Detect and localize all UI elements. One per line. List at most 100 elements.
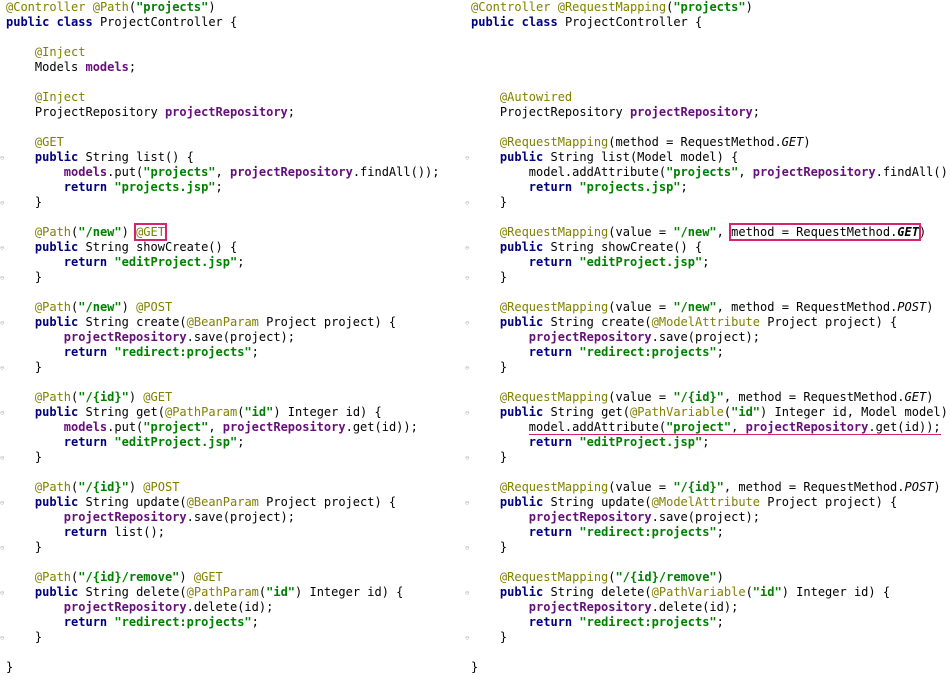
right-code-line: return "editProject.jsp"; — [528, 435, 710, 449]
right-code-line — [465, 75, 471, 90]
left-code-line: } — [6, 660, 14, 674]
fold-marker-icon[interactable]: ⊖ — [465, 544, 470, 552]
fold-marker-icon[interactable]: ⊖ — [0, 274, 5, 282]
right-code-line: projectRepository.save(project); — [528, 330, 760, 344]
right-code-line — [465, 285, 471, 300]
left-code-line: @GET — [34, 135, 64, 149]
right-code-line — [465, 375, 471, 390]
left-code-line: @Path("/new") @POST — [34, 300, 173, 314]
fold-marker-icon[interactable]: ⊖ — [0, 454, 5, 462]
fold-marker-icon[interactable]: ⊖ — [465, 274, 470, 282]
underlined-statement: model.addAttribute("project", projectRep… — [528, 420, 941, 435]
left-code-line: return "redirect:projects"; — [63, 345, 259, 359]
fold-marker-icon[interactable]: ⊖ — [0, 409, 5, 417]
left-code-line: } — [6, 360, 43, 374]
left-code-line: } — [6, 195, 43, 209]
fold-marker-icon[interactable]: ⊖ — [0, 319, 5, 327]
fold-marker-icon[interactable]: ⊖ — [465, 319, 470, 327]
fold-marker-icon[interactable]: ⊖ — [0, 499, 5, 507]
left-code-line: public String delete(@PathParam("id") In… — [34, 585, 404, 599]
right-code-line: return "redirect:projects"; — [528, 345, 724, 359]
right-code-line — [465, 30, 471, 45]
right-code-line: model.addAttribute("projects", projectRe… — [471, 165, 950, 179]
left-code-line — [0, 30, 6, 45]
left-code-line: models.put("projects", projectRepository… — [63, 165, 440, 179]
right-code-line: return "projects.jsp"; — [528, 180, 688, 194]
fold-marker-icon[interactable]: ⊖ — [0, 589, 5, 597]
right-code-line: projectRepository.delete(id); — [528, 600, 739, 614]
fold-marker-icon[interactable]: ⊖ — [0, 199, 5, 207]
left-code-line: public String get(@PathParam("id") Integ… — [34, 405, 382, 419]
left-code-line: return "editProject.jsp"; — [63, 255, 245, 269]
fold-marker-icon[interactable]: ⊖ — [465, 589, 470, 597]
right-code-line: @RequestMapping(value = "/new", method =… — [499, 223, 927, 241]
right-code-line: } — [471, 540, 508, 554]
fold-marker-icon[interactable]: ⊖ — [465, 454, 470, 462]
right-code-line: } — [471, 270, 508, 284]
right-code-line — [465, 120, 471, 135]
fold-marker-icon[interactable]: ⊖ — [0, 544, 5, 552]
left-code-line: public String create(@BeanParam Project … — [34, 315, 397, 329]
left-code-line: @Inject — [34, 90, 86, 104]
right-code-line: public String list(Model model) { — [499, 150, 739, 164]
left-code-line: } — [6, 540, 43, 554]
fold-marker-icon[interactable]: ⊖ — [465, 634, 470, 642]
right-code-line: } — [471, 450, 508, 464]
fold-marker-icon[interactable]: ⊖ — [465, 499, 470, 507]
right-code-line: } — [471, 660, 479, 674]
right-code-line — [465, 555, 471, 570]
fold-marker-icon[interactable]: ⊖ — [465, 364, 470, 372]
left-code-line: return list(); — [63, 525, 165, 539]
left-code-line: projectRepository.save(project); — [63, 510, 295, 524]
right-code-line: public class ProjectController { — [471, 15, 703, 29]
left-code-line: return "projects.jsp"; — [63, 180, 223, 194]
left-code-line: @Path("/{id}/remove") @GET — [34, 570, 223, 584]
right-code-pane: @Controller @RequestMapping("projects") p… — [465, 0, 950, 677]
right-code-line: public String get(@PathVariable("id") In… — [499, 405, 950, 419]
left-code-line — [0, 375, 6, 390]
right-code-line: } — [471, 195, 508, 209]
right-code-line: @RequestMapping(value = "/new", method =… — [499, 300, 934, 314]
fold-marker-icon[interactable]: ⊖ — [465, 409, 470, 417]
left-code-line — [0, 465, 6, 480]
left-code-line — [0, 555, 6, 570]
right-code-line: return "redirect:projects"; — [528, 615, 724, 629]
fold-marker-icon[interactable]: ⊖ — [0, 634, 5, 642]
fold-marker-icon[interactable]: ⊖ — [0, 244, 5, 252]
left-code-line: @Inject — [34, 45, 86, 59]
fold-marker-icon[interactable]: ⊖ — [465, 244, 470, 252]
left-code-line: return "redirect:projects"; — [63, 615, 259, 629]
right-code-line: @RequestMapping("/{id}/remove") — [499, 570, 724, 584]
left-code-line: } — [6, 630, 43, 644]
right-code-line: model.addAttribute("project", projectRep… — [465, 420, 941, 435]
left-code-line: ProjectRepository projectRepository; — [6, 105, 296, 119]
right-code-line: } — [471, 630, 508, 644]
right-code-line: @RequestMapping(value = "/{id}", method … — [499, 390, 934, 404]
left-code-line: return "editProject.jsp"; — [63, 435, 245, 449]
left-code-line: @Path("/{id}") @GET — [34, 390, 173, 404]
right-code-line: public String delete(@PathVariable("id")… — [499, 585, 891, 599]
right-code-line: return "redirect:projects"; — [528, 525, 724, 539]
right-code-line: @Controller @RequestMapping("projects") — [471, 0, 753, 14]
left-code-pane: @Controller @Path("projects") public clas… — [0, 0, 465, 677]
right-code-line: public String create(@ModelAttribute Pro… — [499, 315, 898, 329]
fold-marker-icon[interactable]: ⊖ — [0, 154, 5, 162]
left-code-line: } — [6, 270, 43, 284]
left-code-line: @Controller @Path("projects") — [6, 0, 216, 14]
left-code-line: public String update(@BeanParam Project … — [34, 495, 397, 509]
right-code-line: } — [471, 360, 508, 374]
left-code-line — [0, 285, 6, 300]
left-code-line: public String showCreate() { — [34, 240, 238, 254]
right-code-line: ProjectRepository projectRepository; — [471, 105, 761, 119]
right-code-line — [465, 210, 471, 225]
left-code-line — [0, 75, 6, 90]
left-code-line: Models models; — [6, 60, 137, 74]
left-code-line: public String list() { — [34, 150, 194, 164]
fold-marker-icon[interactable]: ⊖ — [0, 364, 5, 372]
fold-marker-icon[interactable]: ⊖ — [465, 199, 470, 207]
left-code-line: public class ProjectController { — [6, 15, 238, 29]
fold-marker-icon[interactable]: ⊖ — [465, 154, 470, 162]
highlighted-method-box: method = RequestMethod.GET — [729, 223, 921, 241]
right-code-line — [465, 465, 471, 480]
left-code-line: projectRepository.delete(id); — [63, 600, 274, 614]
